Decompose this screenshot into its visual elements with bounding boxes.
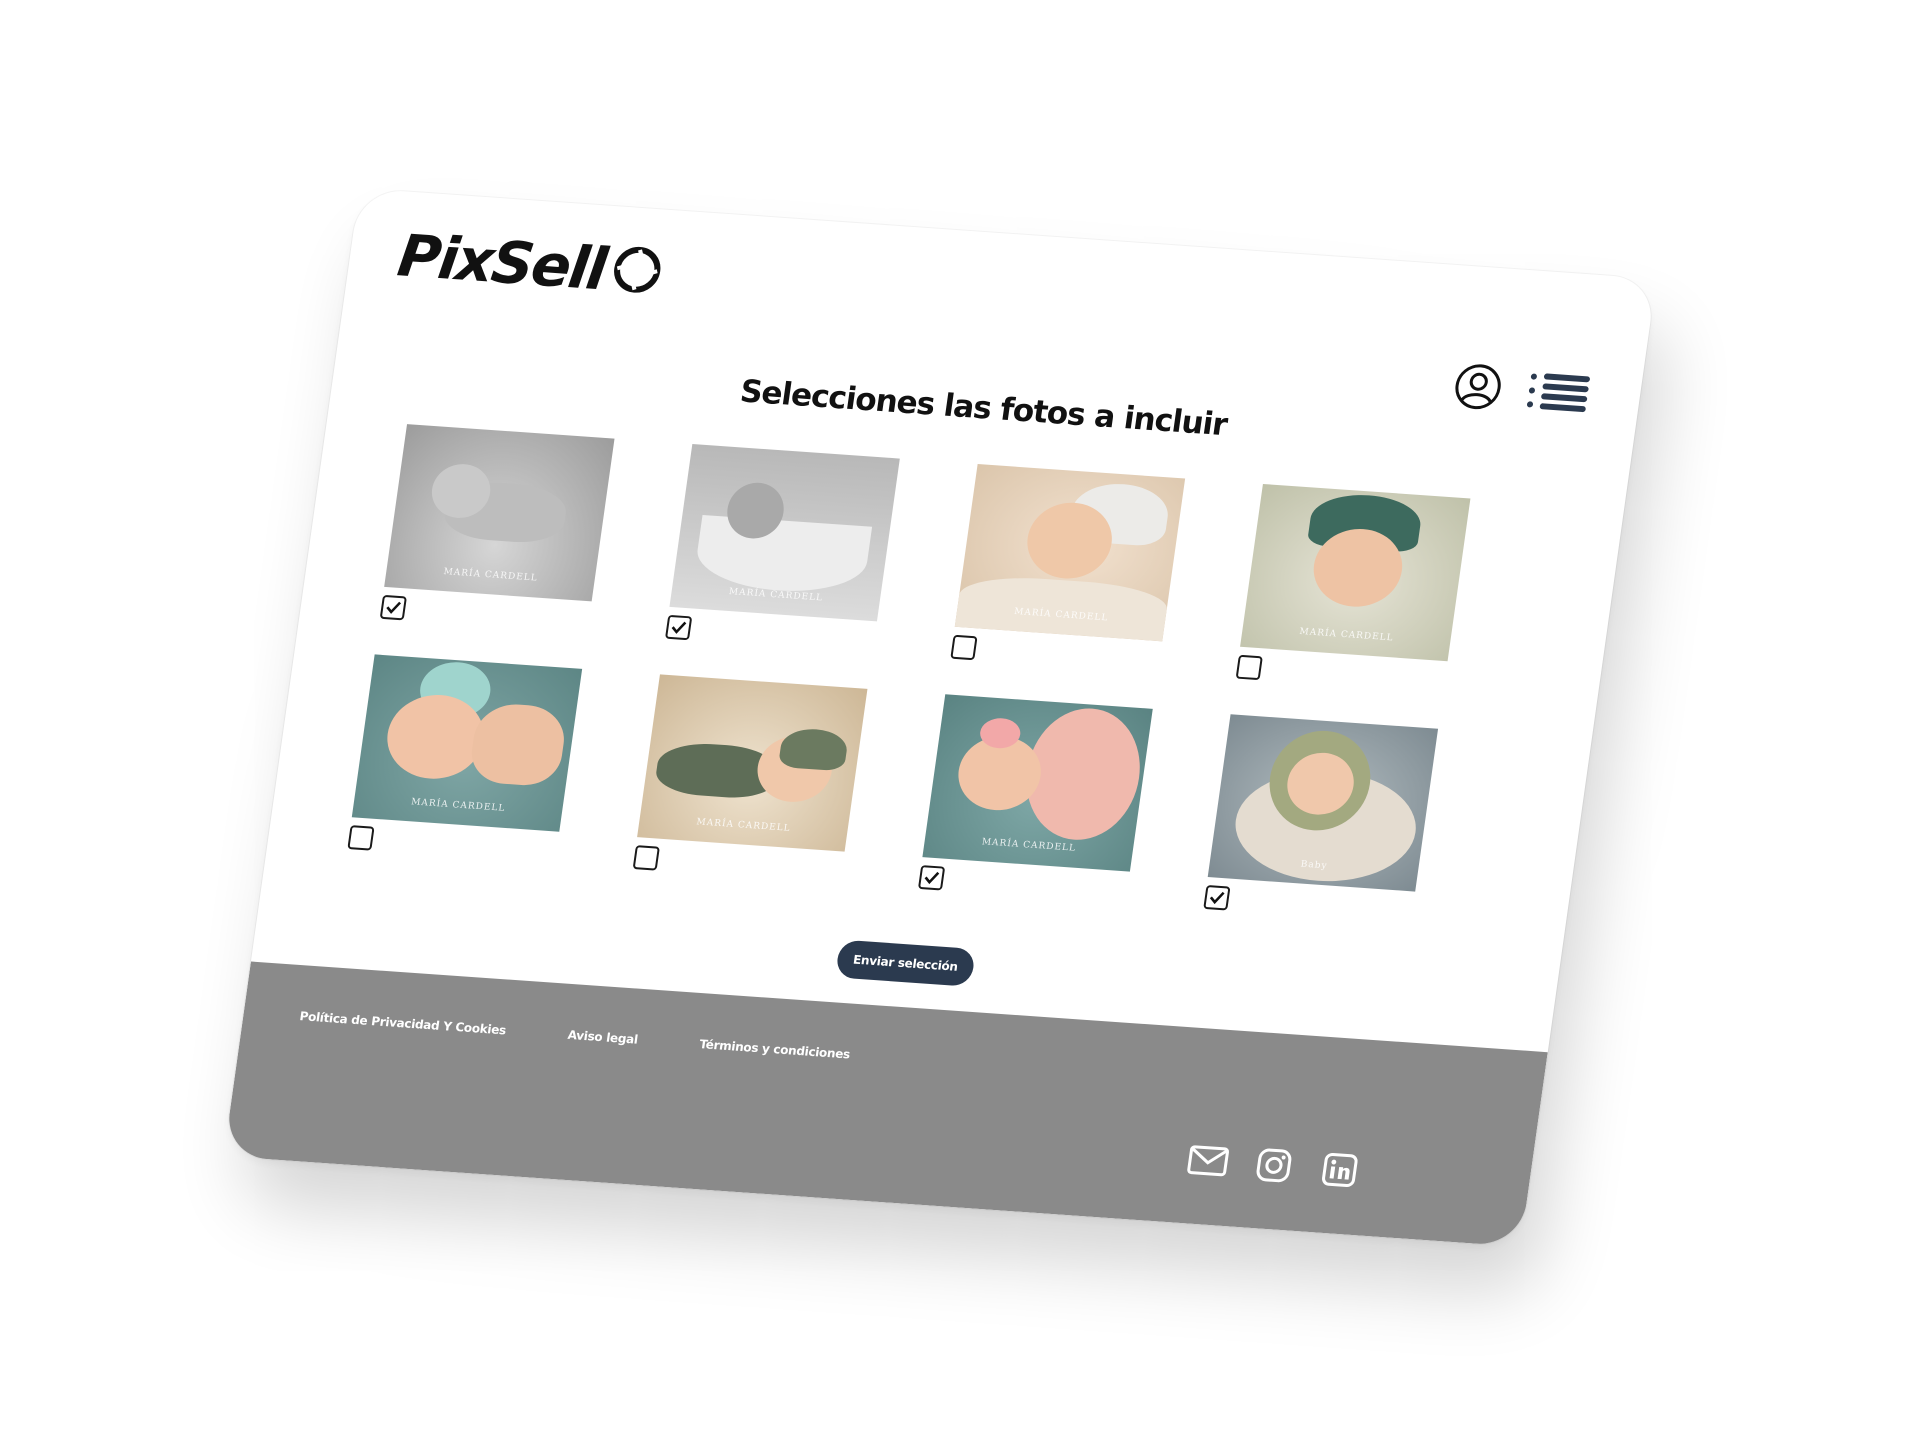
photo-watermark: MARÍA CARDELL: [981, 837, 1077, 854]
photo-card: MARÍA CARDELL: [950, 464, 1186, 673]
photo-card: MARÍA CARDELL: [917, 694, 1153, 903]
baby-photo[interactable]: MARÍA CARDELL: [637, 674, 868, 852]
linkedin-icon[interactable]: [1317, 1149, 1362, 1191]
brand-name: PixSell: [393, 221, 610, 304]
photo-checkbox[interactable]: [1235, 654, 1263, 681]
photo-checkbox[interactable]: [1203, 885, 1231, 911]
photo-card: MARÍA CARDELL: [632, 674, 868, 883]
brand-logo[interactable]: PixSell: [394, 221, 666, 307]
terms-link[interactable]: Términos y condiciones: [699, 1037, 851, 1061]
photo-subject-body: [692, 514, 873, 597]
photo-checkbox[interactable]: [347, 825, 375, 851]
mail-icon[interactable]: [1185, 1140, 1230, 1182]
submit-selection-button[interactable]: Enviar selección: [834, 939, 977, 987]
instagram-icon[interactable]: [1251, 1144, 1296, 1186]
photo-card: MARÍA CARDELL: [1235, 483, 1471, 693]
photo-card: MARÍA CARDELL: [664, 444, 900, 653]
photo-subject-hat: [777, 727, 850, 772]
baby-photo[interactable]: MARÍA CARDELL: [351, 654, 583, 832]
photo-watermark: MARÍA CARDELL: [442, 567, 539, 584]
photo-checkbox[interactable]: [379, 594, 407, 621]
privacy-cookies-link[interactable]: Política de Privacidad Y Cookies: [299, 1009, 507, 1037]
tablet-screen: PixSell Selecciones las fotos a incluir …: [223, 188, 1657, 1247]
social-links: [1185, 1140, 1362, 1192]
photo-grid: MARÍA CARDELL MARÍA CARDELL MARÍA CARDEL…: [347, 424, 1544, 928]
photo-subject-body: [467, 701, 569, 788]
baby-photo[interactable]: Baby: [1207, 714, 1439, 892]
legal-notice-link[interactable]: Aviso legal: [567, 1028, 639, 1047]
photo-card: MARÍA CARDELL: [379, 424, 615, 633]
photo-checkbox[interactable]: [664, 614, 693, 641]
menu-list-icon[interactable]: [1525, 370, 1592, 414]
photo-watermark: MARÍA CARDELL: [695, 817, 792, 834]
photo-checkbox[interactable]: [632, 845, 660, 871]
photo-checkbox[interactable]: [917, 865, 946, 891]
header-actions: [1451, 361, 1593, 418]
photo-card: Baby: [1203, 714, 1439, 923]
baby-photo[interactable]: MARÍA CARDELL: [384, 424, 615, 602]
camera-aperture-icon: [609, 244, 664, 299]
user-circle-icon[interactable]: [1451, 361, 1506, 412]
photo-card: MARÍA CARDELL: [347, 654, 583, 863]
photo-watermark: MARÍA CARDELL: [410, 797, 506, 814]
baby-photo[interactable]: MARÍA CARDELL: [669, 444, 900, 622]
footer-links: Política de Privacidad Y Cookies Aviso l…: [299, 1009, 851, 1061]
stage: PixSell Selecciones las fotos a incluir …: [0, 0, 1920, 1440]
baby-photo[interactable]: MARÍA CARDELL: [954, 464, 1186, 642]
baby-photo[interactable]: MARÍA CARDELL: [1240, 483, 1471, 662]
photo-checkbox[interactable]: [950, 634, 978, 661]
photo-watermark: MARÍA CARDELL: [1298, 626, 1395, 644]
baby-photo[interactable]: MARÍA CARDELL: [922, 694, 1153, 872]
